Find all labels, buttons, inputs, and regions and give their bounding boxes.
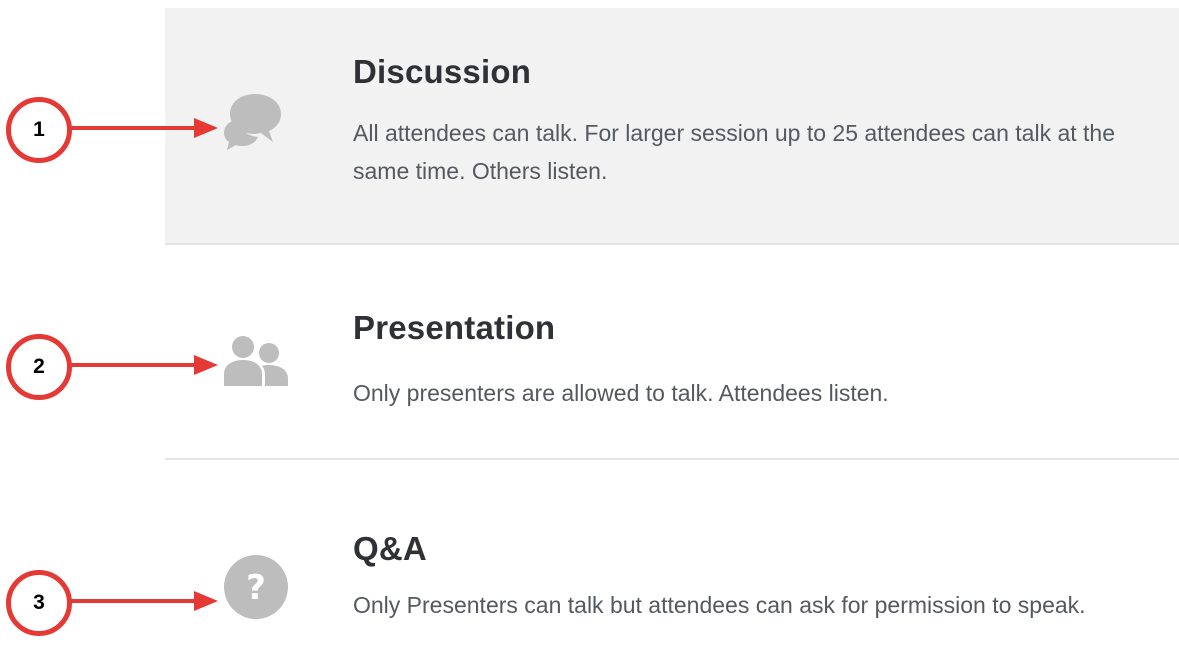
option-qa[interactable]: ? Q&A Only Presenters can talk but atten… xyxy=(165,460,1179,650)
callout-marker-2: 2 xyxy=(6,334,72,400)
option-title: Discussion xyxy=(353,53,532,90)
option-presentation[interactable]: Presentation Only presenters are allowed… xyxy=(165,245,1179,460)
option-title: Presentation xyxy=(353,309,556,346)
callout-arrow-1 xyxy=(70,118,218,138)
question-circle-icon: ? xyxy=(224,555,288,619)
callout-arrow-2 xyxy=(70,355,218,375)
callout-marker-1: 1 xyxy=(6,97,72,163)
option-description: Only presenters are allowed to talk. Att… xyxy=(353,380,889,406)
users-icon xyxy=(224,336,288,386)
option-title: Q&A xyxy=(353,530,427,567)
option-discussion[interactable]: Discussion All attendees can talk. For l… xyxy=(165,8,1179,245)
option-description: All attendees can talk. For larger sessi… xyxy=(353,120,1116,184)
callout-marker-3: 3 xyxy=(6,570,72,636)
option-description: Only Presenters can talk but attendees c… xyxy=(353,592,1086,618)
screenshot-page: Discussion All attendees can talk. For l… xyxy=(0,0,1179,650)
session-mode-options: Discussion All attendees can talk. For l… xyxy=(165,8,1179,650)
svg-text:?: ? xyxy=(246,568,266,608)
callout-arrow-3 xyxy=(70,591,218,611)
chat-bubbles-icon xyxy=(224,94,281,150)
